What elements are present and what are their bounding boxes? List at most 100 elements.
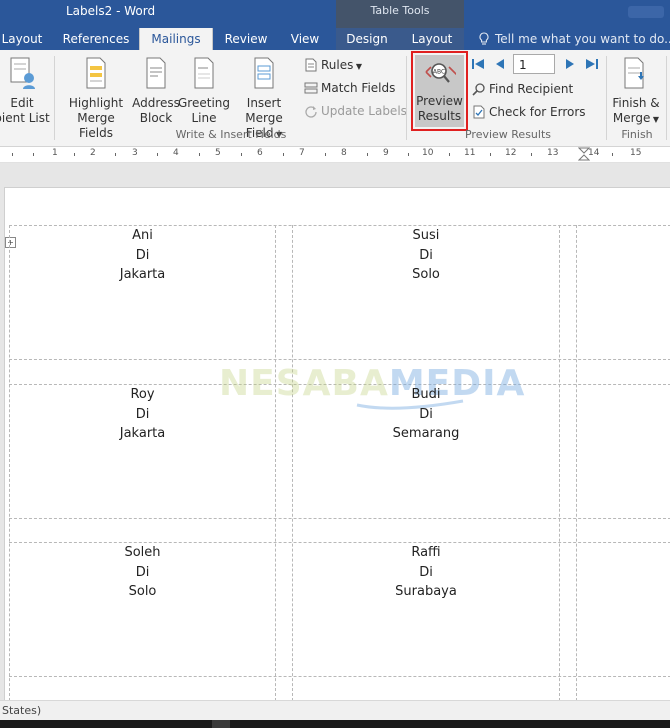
- group-separator: [666, 56, 667, 140]
- ruler-tick: [283, 153, 284, 156]
- ruler-number: 6: [257, 148, 263, 158]
- label-di: Di: [135, 406, 150, 422]
- tab-mailings[interactable]: Mailings: [139, 28, 213, 50]
- label-di: Di: [419, 564, 433, 580]
- ruler-number: 9: [383, 148, 389, 158]
- svg-text:ABC: ABC: [432, 69, 444, 76]
- title-bar: Labels2 - Word Table Tools: [0, 0, 670, 28]
- greeting-line-button[interactable]: Greeting Line: [178, 56, 230, 126]
- ruler-tick: [408, 153, 409, 156]
- address-block-button[interactable]: Address Block: [131, 56, 181, 126]
- check-for-errors-button[interactable]: Check for Errors: [472, 102, 586, 122]
- label-name: Ani: [132, 228, 153, 243]
- table-gridline: [9, 676, 670, 677]
- insert-merge-line1: Insert Merge: [245, 96, 283, 125]
- ruler-number: 7: [299, 148, 305, 158]
- tab-layout-page[interactable]: Layout: [0, 28, 44, 50]
- status-language[interactable]: States): [2, 701, 41, 720]
- window-title: Labels2 - Word: [66, 4, 156, 18]
- label-name: Budi: [411, 387, 441, 402]
- last-record-icon[interactable]: [584, 56, 600, 72]
- tell-me-box[interactable]: Tell me what you want to do...: [478, 28, 670, 50]
- ruler-tick: [199, 153, 200, 156]
- chevron-down-icon: ▼: [650, 115, 660, 124]
- magnifier-icon: [472, 83, 485, 96]
- ruler-tick: [367, 153, 368, 156]
- table-gridline: [9, 518, 670, 519]
- preview-line1: Preview: [416, 94, 463, 108]
- table-tools-label: Table Tools: [370, 4, 430, 17]
- ruler-tick: [325, 153, 326, 156]
- label-city: Surabaya: [395, 584, 457, 599]
- ruler-number: 10: [422, 148, 434, 158]
- tab-design[interactable]: Design: [340, 28, 394, 50]
- rules-label: Rules: [321, 58, 354, 72]
- ruler-tick: [490, 153, 491, 156]
- label-name: Soleh: [124, 545, 161, 560]
- label-cell[interactable]: Ani Di Jakarta: [10, 226, 275, 285]
- label-cell[interactable]: Budi Di Semarang: [293, 385, 559, 444]
- ruler-tick: [115, 153, 116, 156]
- highlight-line1: Highlight: [68, 96, 124, 110]
- label-cell[interactable]: Roy Di Jakarta: [10, 385, 275, 444]
- tab-references[interactable]: References: [58, 28, 134, 50]
- match-fields-button[interactable]: Match Fields: [304, 78, 395, 98]
- preview-results-button[interactable]: ABC Preview Results: [411, 58, 468, 124]
- update-labels-button[interactable]: Update Labels: [304, 101, 407, 121]
- group-separator: [406, 56, 407, 140]
- taskbar: [0, 720, 670, 728]
- finish-line2-text: Merge: [612, 111, 651, 125]
- account-area[interactable]: [628, 6, 664, 18]
- finish-merge-button[interactable]: Finish & Merge ▼: [610, 56, 662, 127]
- find-recipient-button[interactable]: Find Recipient: [472, 79, 573, 99]
- recipient-list-icon: [10, 57, 35, 89]
- next-record-icon[interactable]: [562, 56, 578, 72]
- ruler-tick: [531, 153, 532, 156]
- label-di: Di: [135, 247, 150, 263]
- horizontal-ruler[interactable]: 1 2 3 4 5 6 7 8 9 10 11 12 13 14 15: [0, 147, 670, 163]
- record-number-input[interactable]: 1: [513, 54, 555, 74]
- label-city: Solo: [128, 584, 157, 599]
- ribbon-mailings: Edit pient List Highlight Merge Fields A…: [0, 50, 670, 147]
- table-gridline: [559, 225, 560, 701]
- table-gridline: [9, 359, 670, 360]
- label-city: Semarang: [392, 426, 460, 441]
- edit-recipient-list-button[interactable]: Edit pient List: [0, 56, 50, 126]
- address-block-icon: [146, 57, 166, 89]
- ruler-number: 5: [215, 148, 221, 158]
- table-gridline: [576, 225, 577, 701]
- first-record-icon[interactable]: [470, 56, 486, 72]
- finish-line1: Finish &: [612, 96, 660, 110]
- lightbulb-icon: [479, 32, 489, 45]
- label-di: Di: [135, 564, 150, 580]
- taskbar-item[interactable]: [212, 720, 230, 728]
- label-di: Di: [419, 247, 433, 263]
- ruler-tick: [33, 153, 34, 156]
- tab-view[interactable]: View: [283, 28, 327, 50]
- label-city: Jakarta: [119, 267, 166, 282]
- greeting-line2: Line: [191, 111, 217, 125]
- update-labels-label: Update Labels: [321, 104, 407, 118]
- match-fields-label: Match Fields: [321, 81, 396, 95]
- tab-layout-table[interactable]: Layout: [406, 28, 458, 50]
- previous-record-icon[interactable]: [492, 56, 508, 72]
- table-gridline: [9, 225, 10, 701]
- label-cell[interactable]: Susi Di Solo: [293, 226, 559, 285]
- group-separator: [54, 56, 55, 140]
- document-page[interactable]: + NESABAMEDIA Ani Di Jakarta Susi Di Sol…: [4, 187, 670, 701]
- highlight-fields-icon: [86, 57, 106, 89]
- ruler-number: 15: [630, 148, 642, 158]
- greeting-line-icon: [194, 57, 214, 89]
- refresh-icon: [305, 106, 317, 118]
- status-bar: States): [0, 700, 670, 721]
- label-name: Susi: [412, 228, 440, 243]
- ruler-number: 11: [464, 148, 476, 158]
- tab-review[interactable]: Review: [220, 28, 272, 50]
- rules-button[interactable]: Rules ▼: [304, 55, 362, 75]
- table-gridline: [275, 225, 276, 701]
- finish-merge-icon: [624, 57, 644, 89]
- ruler-tick: [12, 153, 13, 156]
- address-line1: Address: [132, 96, 180, 110]
- label-cell[interactable]: Raffi Di Surabaya: [293, 543, 559, 602]
- label-cell[interactable]: Soleh Di Solo: [10, 543, 275, 602]
